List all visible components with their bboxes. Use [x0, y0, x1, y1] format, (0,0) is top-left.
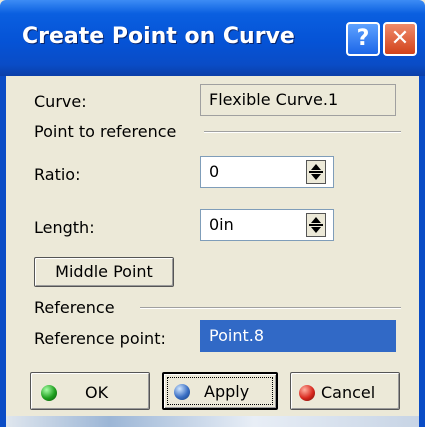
- title-bar: Create Point on Curve ? ✕: [0, 0, 425, 76]
- cancel-button[interactable]: Cancel: [290, 372, 400, 410]
- reference-point-label: Reference point:: [34, 329, 166, 348]
- close-button[interactable]: ✕: [383, 22, 417, 56]
- curve-field[interactable]: Flexible Curve.1: [200, 84, 396, 116]
- spin-down-icon: [311, 227, 321, 233]
- background-strip: [6, 416, 419, 427]
- curve-label: Curve:: [34, 92, 87, 111]
- ok-label: OK: [85, 383, 109, 402]
- window-title: Create Point on Curve: [22, 24, 295, 49]
- spin-up-icon: [311, 164, 321, 170]
- close-icon: ✕: [390, 26, 410, 51]
- apply-icon: [174, 384, 190, 400]
- point-to-reference-separator: [204, 131, 401, 133]
- spin-divider: [309, 224, 323, 226]
- help-button[interactable]: ?: [346, 22, 380, 56]
- cancel-label: Cancel: [321, 383, 376, 402]
- ok-icon: [41, 385, 57, 401]
- window-frame-right: [419, 76, 425, 427]
- middle-point-button[interactable]: Middle Point: [34, 257, 174, 287]
- reference-separator: [140, 307, 401, 309]
- spin-up-icon: [311, 217, 321, 223]
- apply-label: Apply: [204, 382, 250, 401]
- length-spinner[interactable]: [306, 213, 326, 237]
- spin-divider: [309, 171, 323, 173]
- point-to-reference-group-label: Point to reference: [34, 122, 177, 141]
- help-icon: ?: [356, 26, 370, 51]
- reference-point-field[interactable]: Point.8: [200, 320, 396, 352]
- ratio-spinner[interactable]: [306, 160, 326, 184]
- spin-down-icon: [311, 174, 321, 180]
- reference-group-label: Reference: [34, 298, 115, 317]
- ratio-label: Ratio:: [34, 165, 81, 184]
- ok-button[interactable]: OK: [30, 372, 150, 410]
- apply-button[interactable]: Apply: [162, 372, 278, 410]
- cancel-icon: [299, 385, 315, 401]
- length-label: Length:: [34, 218, 95, 237]
- window-frame-left: [0, 76, 6, 427]
